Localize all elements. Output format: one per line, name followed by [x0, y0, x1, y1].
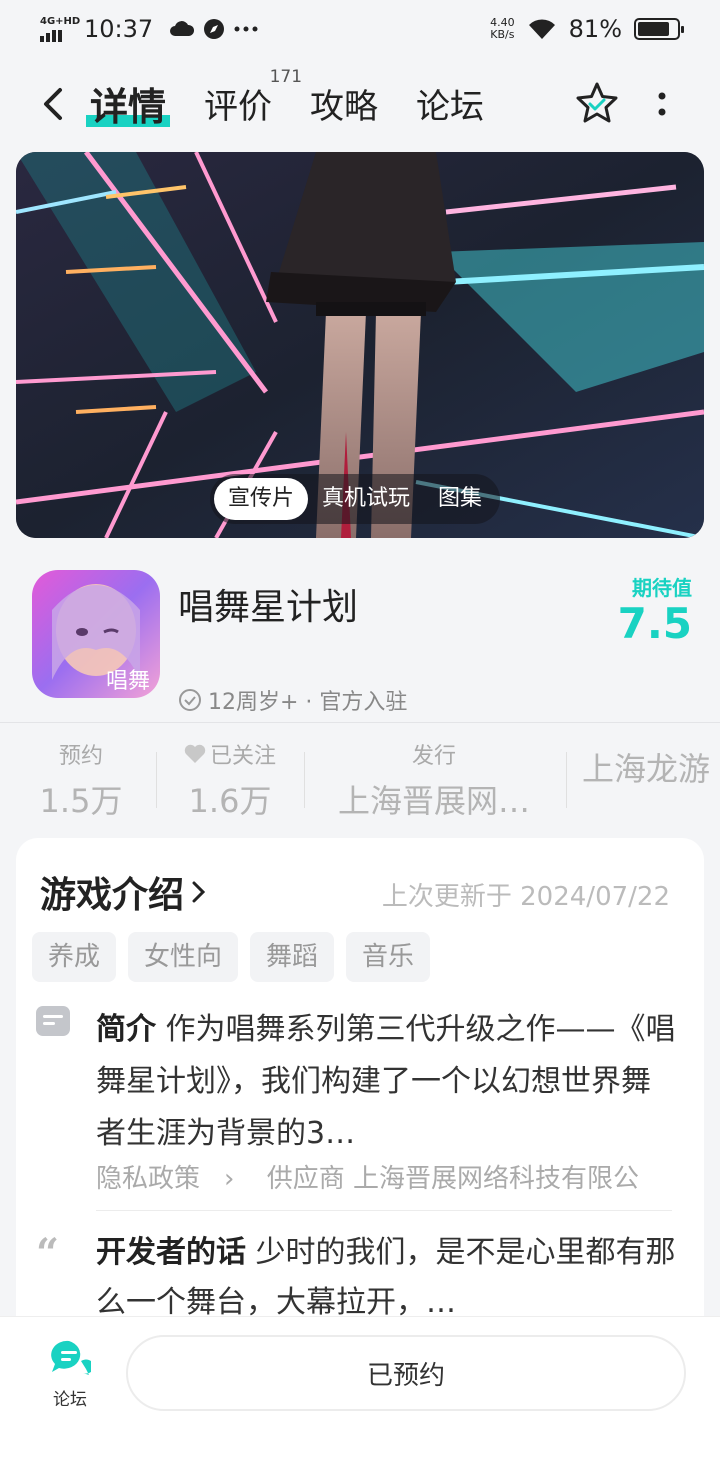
battery-icon [634, 18, 684, 40]
wifi-icon [528, 19, 555, 39]
battery-percent: 81% [568, 15, 622, 43]
tag-item[interactable]: 女性向 [128, 932, 239, 982]
tab-bar: 详情 评价 171 攻略 论坛 [85, 67, 484, 131]
intro-title[interactable]: 游戏介绍 [40, 866, 208, 918]
stat-reservations-label: 预约 [58, 744, 103, 769]
app-name: 唱舞星计划 [178, 587, 359, 628]
app-meta-text: 12周岁+ · 官方入驻 [208, 690, 408, 715]
game-intro-card: 游戏介绍 上次更新于 2024/07/22 养成 女性向 舞蹈 音乐 简介 作为… [16, 838, 704, 1318]
forum-label: 论坛 [53, 1390, 87, 1410]
more-options-icon[interactable] [652, 84, 672, 124]
intro-title-text: 游戏介绍 [40, 875, 185, 916]
developer-note[interactable]: 开发者的话 少时的我们，是不是心里都有那么一个舞台，大幕拉开，… [96, 1228, 676, 1318]
reserved-button[interactable]: 已预约 [126, 1335, 686, 1411]
top-nav: 详情 评价 171 攻略 论坛 [0, 62, 720, 146]
tag-item[interactable]: 音乐 [346, 932, 431, 982]
divider [96, 1210, 672, 1211]
media-tab-gameplay[interactable]: 真机试玩 [308, 478, 424, 520]
tab-reviews[interactable]: 评价 171 [204, 67, 302, 128]
back-arrow-icon[interactable] [36, 84, 76, 124]
check-circle-icon [179, 689, 201, 711]
tab-reviews-label: 评价 [204, 87, 273, 127]
tab-forum[interactable]: 论坛 [416, 79, 484, 128]
divider [156, 752, 157, 808]
expectation-score: 期待值 7.5 [618, 572, 692, 647]
summary-label: 简介 [96, 1012, 156, 1047]
summary-text[interactable]: 简介 作为唱舞系列第三代升级之作——《唱舞星计划》，我们构建了一个以幻想世界舞者… [96, 1004, 676, 1160]
tag-item[interactable]: 舞蹈 [250, 932, 335, 982]
quote-icon: “ [36, 1230, 60, 1277]
compass-icon [204, 19, 225, 39]
clock: 10:37 [84, 15, 154, 43]
favorite-star-icon[interactable] [574, 80, 620, 126]
chevron-right-icon [192, 881, 206, 903]
stat-publisher-label: 发行 [411, 744, 456, 769]
tag-item[interactable]: 养成 [32, 932, 117, 982]
stat-followers-label: 已关注 [209, 744, 276, 769]
supplier-text: 供应商 上海晋展网络科技有限公 [266, 1164, 639, 1194]
media-tab-gallery[interactable]: 图集 [424, 478, 496, 520]
signal-icon: 4G+HD [40, 16, 80, 42]
developer-note-label: 开发者的话 [96, 1235, 246, 1270]
info-links: 隐私政策 › 供应商 上海晋展网络科技有限公 [96, 1158, 696, 1195]
stats-row: 预约 1.5万 已关注 1.6万 发行 上海晋展网… 上海龙游 [0, 738, 720, 822]
heart-icon [184, 744, 206, 763]
media-tab-trailer[interactable]: 宣传片 [214, 478, 309, 520]
stat-publisher-value: 上海晋展网… [337, 782, 530, 820]
app-meta: 12周岁+ · 官方入驻 [178, 684, 407, 716]
stat-followers-value: 1.6万 [188, 782, 272, 820]
stat-developer[interactable]: 上海龙游 [582, 738, 720, 790]
divider [566, 752, 567, 808]
expectation-label: 期待值 [632, 576, 692, 600]
tab-details[interactable]: 详情 [85, 76, 171, 131]
app-icon-text: 唱舞 [106, 669, 150, 694]
last-updated: 上次更新于 2024/07/22 [381, 882, 670, 912]
forum-button[interactable]: 论坛 [40, 1339, 100, 1410]
divider [0, 722, 720, 723]
app-info: 唱舞 唱舞星计划 12周岁+ · 官方入驻 期待值 7.5 [0, 548, 720, 720]
app-icon[interactable]: 唱舞 [32, 570, 160, 698]
tab-guides[interactable]: 攻略 [310, 79, 378, 128]
more-dots-icon [234, 26, 258, 32]
cloud-icon [170, 21, 195, 36]
media-switch: 宣传片 真机试玩 图集 [210, 474, 501, 524]
summary-body: 作为唱舞系列第三代升级之作——《唱舞星计划》，我们构建了一个以幻想世界舞者生涯为… [96, 1012, 676, 1151]
stat-reservations: 预约 1.5万 [30, 738, 132, 822]
chat-bubble-icon [51, 1340, 94, 1375]
stat-followers[interactable]: 已关注 1.6万 [170, 738, 290, 822]
bottom-bar: 论坛 已预约 [0, 1316, 720, 1460]
expectation-value: 7.5 [617, 599, 692, 648]
stat-developer-value: 上海龙游 [582, 750, 711, 788]
privacy-policy-link[interactable]: 隐私政策 › [96, 1164, 234, 1194]
review-count-badge: 171 [269, 67, 303, 87]
network-speed: 4.40 KB/s [490, 16, 515, 41]
stat-reservations-value: 1.5万 [39, 782, 123, 820]
status-bar: 4G+HD 10:37 4.40 KB/s 81% [0, 0, 720, 58]
hero-video[interactable]: 宣传片 真机试玩 图集 [16, 152, 704, 538]
summary-icon [36, 1006, 70, 1036]
tag-list: 养成 女性向 舞蹈 音乐 [32, 932, 431, 982]
stat-publisher[interactable]: 发行 上海晋展网… [318, 738, 550, 822]
divider [304, 752, 305, 808]
